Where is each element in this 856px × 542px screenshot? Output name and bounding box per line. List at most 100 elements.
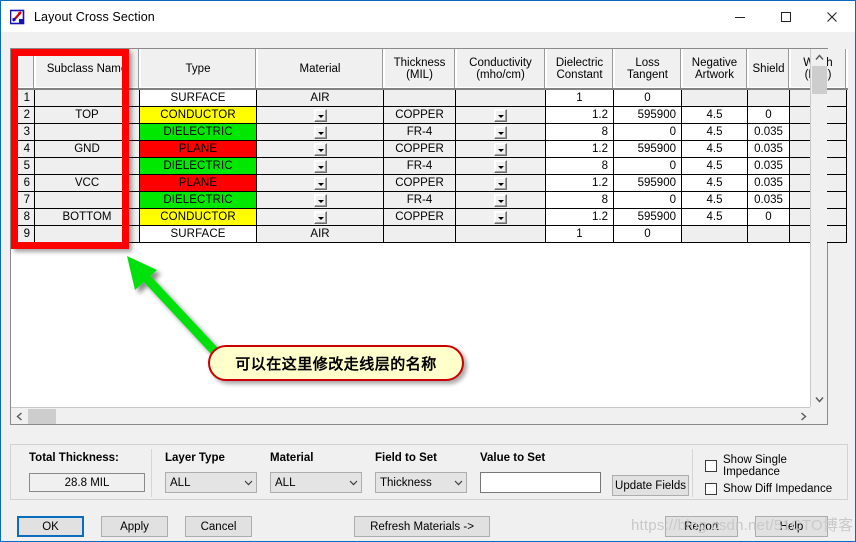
- refresh-materials-button[interactable]: Refresh Materials ->: [354, 516, 490, 537]
- cell-conductivity[interactable]: 0: [613, 157, 682, 175]
- cell-conductivity[interactable]: [455, 225, 546, 243]
- show-diff-impedance-row[interactable]: Show Diff Impedance: [705, 483, 847, 495]
- value-to-set-input[interactable]: [480, 472, 601, 493]
- cell-thickness[interactable]: 8: [545, 157, 614, 175]
- cell-dielectric-constant[interactable]: 4.5: [681, 157, 748, 175]
- cell-dielectric-constant[interactable]: 4.5: [681, 123, 748, 141]
- type-dropdown-button[interactable]: [256, 140, 384, 158]
- close-button[interactable]: [809, 1, 855, 32]
- cell-subclass-name[interactable]: VCC: [34, 174, 140, 192]
- column-header-index[interactable]: [11, 49, 36, 90]
- cell-negative-artwork[interactable]: [681, 225, 748, 243]
- cell-dielectric-constant[interactable]: 1: [545, 225, 614, 243]
- cell-type[interactable]: CONDUCTOR: [139, 208, 257, 226]
- cell-thickness[interactable]: 1.2: [545, 140, 614, 158]
- table-row[interactable]: 3 DIELECTRIC FR-4 8 0 4.5 0.035: [11, 123, 847, 141]
- cell-loss-tangent[interactable]: 0.035: [747, 123, 790, 141]
- type-dropdown-button[interactable]: [256, 174, 384, 192]
- cell-subclass-name[interactable]: BOTTOM: [34, 208, 140, 226]
- layer-type-select[interactable]: ALL: [165, 472, 257, 493]
- column-header-conductivity[interactable]: Conductivity (mho/cm): [455, 49, 547, 90]
- type-dropdown-button[interactable]: [256, 208, 384, 226]
- cell-conductivity[interactable]: 595900: [613, 106, 682, 124]
- cell-type[interactable]: DIELECTRIC: [139, 191, 257, 209]
- column-header-shield[interactable]: Shield: [747, 49, 791, 90]
- cell-material[interactable]: FR-4: [383, 123, 456, 141]
- material-dropdown-button[interactable]: [455, 191, 546, 209]
- cell-conductivity[interactable]: 595900: [613, 174, 682, 192]
- cell-conductivity[interactable]: 0: [613, 191, 682, 209]
- type-dropdown-button[interactable]: [256, 123, 384, 141]
- cell-subclass-name[interactable]: [34, 225, 140, 243]
- minimize-button[interactable]: [717, 1, 763, 32]
- cell-material[interactable]: COPPER: [383, 106, 456, 124]
- field-to-set-select[interactable]: Thickness: [375, 472, 467, 493]
- table-row[interactable]: 9 SURFACE AIR 1 0: [11, 225, 847, 243]
- horizontal-scroll-thumb[interactable]: [28, 409, 56, 424]
- cell-loss-tangent[interactable]: 0: [613, 88, 682, 107]
- apply-button[interactable]: Apply: [101, 516, 168, 537]
- cell-loss-tangent[interactable]: 0: [613, 225, 682, 243]
- column-header-subclass-name[interactable]: Subclass Name: [34, 49, 141, 90]
- table-row[interactable]: 6 VCC PLANE COPPER 1.2 595900 4.5 0.035: [11, 174, 847, 192]
- material-dropdown-button[interactable]: [455, 123, 546, 141]
- material-dropdown-button[interactable]: [455, 157, 546, 175]
- scroll-down-icon[interactable]: [811, 391, 828, 408]
- cell-shield[interactable]: [747, 225, 790, 243]
- cell-loss-tangent[interactable]: 0: [747, 106, 790, 124]
- cell-thickness[interactable]: [383, 88, 456, 107]
- cell-dielectric-constant[interactable]: 1: [545, 88, 614, 107]
- horizontal-scrollbar[interactable]: [11, 407, 812, 424]
- table-row[interactable]: 7 DIELECTRIC FR-4 8 0 4.5 0.035: [11, 191, 847, 209]
- type-dropdown-button[interactable]: [256, 157, 384, 175]
- cell-conductivity[interactable]: [455, 88, 546, 107]
- scroll-up-icon[interactable]: [811, 49, 828, 66]
- cell-conductivity[interactable]: 595900: [613, 140, 682, 158]
- cell-dielectric-constant[interactable]: 4.5: [681, 106, 748, 124]
- cell-thickness[interactable]: 8: [545, 191, 614, 209]
- report-button[interactable]: Report: [665, 516, 738, 537]
- vertical-scroll-thumb[interactable]: [812, 66, 827, 94]
- scroll-left-icon[interactable]: [11, 408, 28, 425]
- material-dropdown-button[interactable]: [455, 106, 546, 124]
- cell-material[interactable]: COPPER: [383, 208, 456, 226]
- cell-subclass-name[interactable]: [34, 191, 140, 209]
- cell-conductivity[interactable]: 0: [613, 123, 682, 141]
- ok-button[interactable]: OK: [17, 516, 84, 537]
- show-diff-impedance-checkbox[interactable]: [705, 483, 717, 495]
- cell-type[interactable]: DIELECTRIC: [139, 123, 257, 141]
- column-header-material[interactable]: Material: [256, 49, 385, 90]
- cell-dielectric-constant[interactable]: 4.5: [681, 174, 748, 192]
- update-fields-button[interactable]: Update Fields: [612, 475, 689, 496]
- cell-thickness[interactable]: [383, 225, 456, 243]
- material-dropdown-button[interactable]: [455, 140, 546, 158]
- cell-material[interactable]: COPPER: [383, 174, 456, 192]
- vertical-scrollbar[interactable]: [810, 49, 827, 408]
- cell-type[interactable]: PLANE: [139, 140, 257, 158]
- cell-subclass-name[interactable]: [34, 88, 140, 107]
- help-button[interactable]: Help: [755, 516, 828, 537]
- column-header-thickness[interactable]: Thickness (MIL): [383, 49, 457, 90]
- show-single-impedance-checkbox[interactable]: [705, 460, 717, 472]
- cell-type[interactable]: PLANE: [139, 174, 257, 192]
- column-header-dielectric-constant[interactable]: Dielectric Constant: [545, 49, 615, 90]
- cell-subclass-name[interactable]: TOP: [34, 106, 140, 124]
- cell-material[interactable]: COPPER: [383, 140, 456, 158]
- table-row[interactable]: 1 SURFACE AIR 1 0: [11, 88, 847, 107]
- column-header-loss-tangent[interactable]: Loss Tangent: [613, 49, 683, 90]
- cell-thickness[interactable]: 8: [545, 123, 614, 141]
- cell-conductivity[interactable]: 595900: [613, 208, 682, 226]
- cell-negative-artwork[interactable]: [681, 88, 748, 107]
- material-dropdown-button[interactable]: [455, 174, 546, 192]
- cell-type[interactable]: DIELECTRIC: [139, 157, 257, 175]
- cell-dielectric-constant[interactable]: 4.5: [681, 208, 748, 226]
- cell-loss-tangent[interactable]: 0.035: [747, 140, 790, 158]
- maximize-button[interactable]: [763, 1, 809, 32]
- cell-thickness[interactable]: 1.2: [545, 106, 614, 124]
- column-header-type[interactable]: Type: [139, 49, 258, 90]
- table-row[interactable]: 4 GND PLANE COPPER 1.2 595900 4.5 0.035: [11, 140, 847, 158]
- cell-material[interactable]: FR-4: [383, 157, 456, 175]
- cell-type[interactable]: CONDUCTOR: [139, 106, 257, 124]
- cell-loss-tangent[interactable]: 0.035: [747, 191, 790, 209]
- cell-shield[interactable]: [747, 88, 790, 107]
